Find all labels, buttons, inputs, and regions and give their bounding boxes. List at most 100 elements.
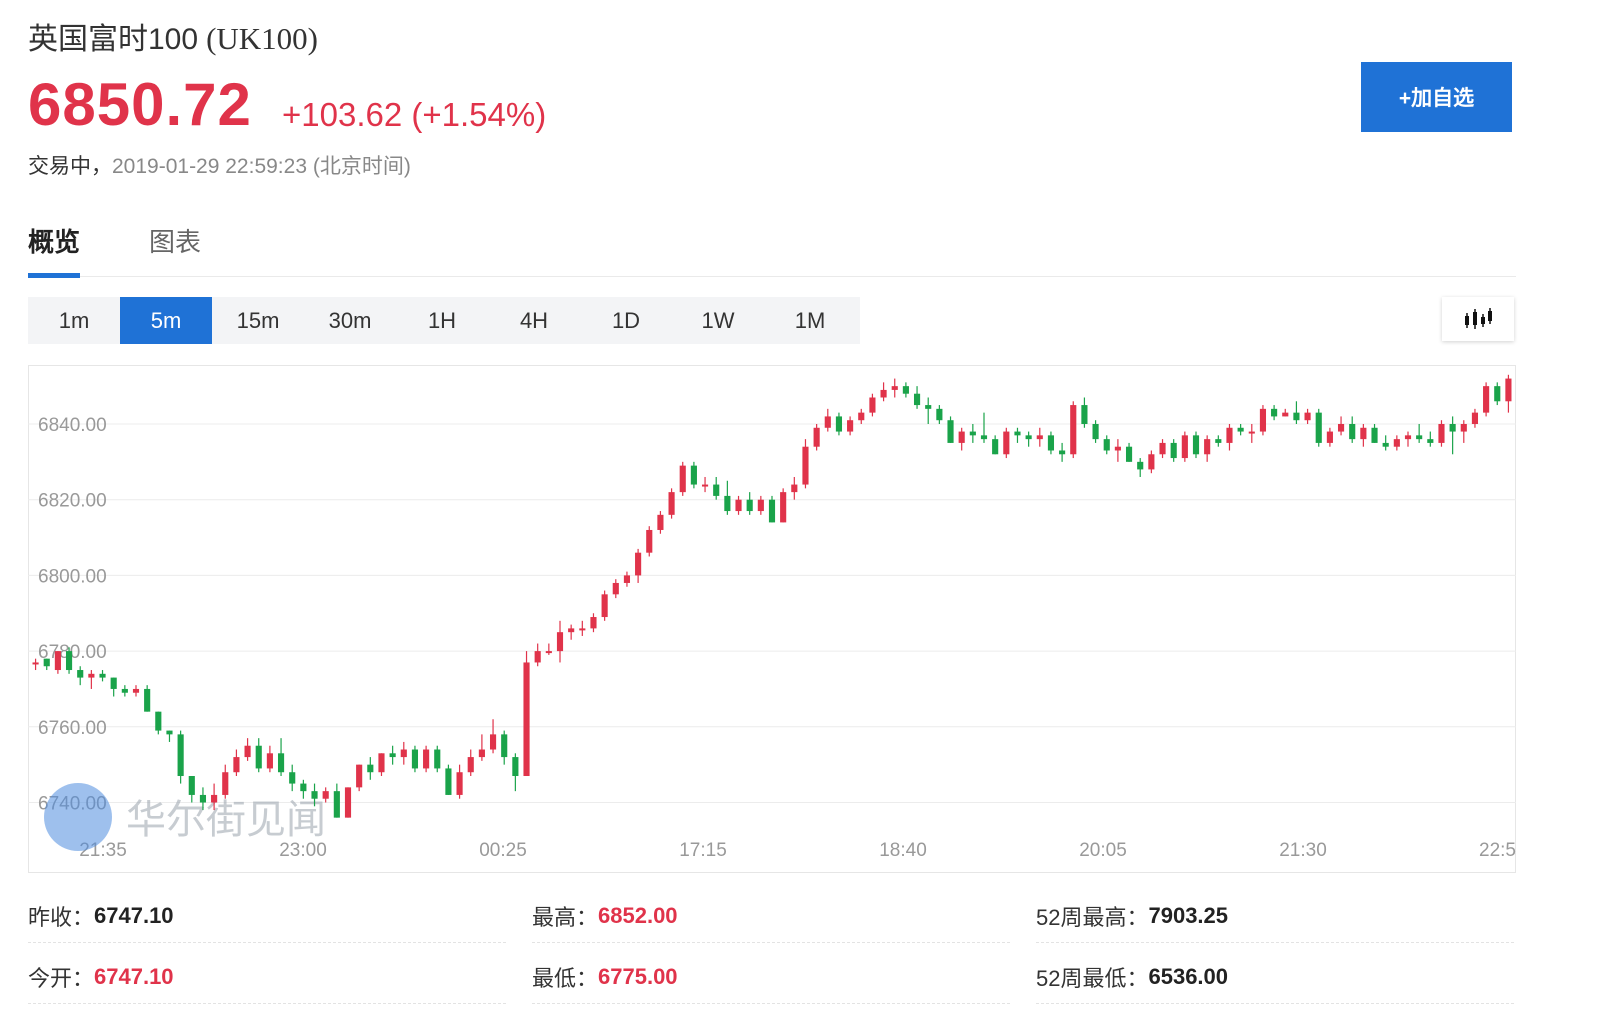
candle-body: [110, 677, 117, 689]
candle-body: [1070, 405, 1077, 455]
watermark-logo-icon: [44, 783, 112, 851]
candle-body: [1382, 442, 1389, 447]
candlestick-chart[interactable]: 6740.006760.006780.006800.006820.006840.…: [28, 365, 1516, 873]
x-tick-label: 22:5: [1479, 840, 1516, 861]
candle-body: [32, 662, 39, 665]
candle-body: [166, 730, 173, 735]
candle-body: [333, 791, 340, 818]
chart-type-button[interactable]: [1442, 297, 1514, 341]
candle-body: [1025, 435, 1032, 440]
stat-value: 6747.10: [94, 903, 174, 928]
candle-body: [478, 749, 485, 758]
stat-label: 52周最低：: [1036, 966, 1149, 991]
candle-body: [1259, 408, 1267, 432]
candle-body: [969, 431, 976, 436]
candle-body: [590, 617, 597, 629]
stat-prev-close: 昨收： 6747.10: [28, 890, 506, 943]
instrument-name: 英国富时100: [28, 23, 199, 56]
candle-body: [523, 662, 530, 777]
candle-body: [1215, 439, 1222, 443]
period-4h[interactable]: 4H: [488, 297, 580, 344]
candle-body: [322, 791, 329, 799]
y-tick-label: 6760.00: [38, 718, 107, 739]
stat-value: 6775.00: [598, 964, 678, 989]
candle-body: [992, 439, 999, 455]
candle-body: [1416, 435, 1423, 440]
candle-body: [913, 393, 921, 406]
candle-body: [43, 658, 50, 667]
period-30m[interactable]: 30m: [304, 297, 396, 344]
price-chart[interactable]: 6740.006760.006780.006800.006820.006840.…: [28, 365, 1516, 873]
candle-body: [1427, 439, 1434, 443]
period-1m[interactable]: 1m: [28, 297, 120, 344]
stat-label: 昨收：: [28, 905, 95, 930]
candle-body: [132, 688, 140, 693]
candle-body: [1360, 427, 1367, 440]
tab-overview[interactable]: 概览: [28, 222, 81, 278]
price-change: +103.62 (+1.54%): [282, 96, 547, 133]
candle-body: [1282, 412, 1289, 417]
stat-value: 6747.10: [94, 964, 174, 989]
period-1mo[interactable]: 1M: [764, 297, 856, 344]
candle-body: [635, 552, 642, 576]
candle-body: [545, 651, 552, 654]
y-tick-label: 6840.00: [38, 415, 107, 436]
candle-body: [222, 772, 229, 795]
period-5m[interactable]: 5m: [120, 297, 212, 344]
candle-body: [701, 484, 709, 487]
candle-body: [791, 484, 798, 493]
candle-body: [389, 753, 396, 758]
candle-body: [1460, 423, 1467, 432]
period-1d[interactable]: 1D: [580, 297, 672, 344]
candle-body: [847, 420, 854, 432]
candle-body: [467, 757, 474, 773]
candle-body: [713, 484, 720, 496]
candlestick-icon: [1465, 308, 1492, 329]
candle-body: [980, 435, 988, 440]
candle-body: [891, 386, 898, 390]
candle-body: [367, 764, 374, 773]
candle-body: [1248, 431, 1255, 434]
candle-body: [1114, 446, 1121, 451]
candle-body: [311, 791, 318, 799]
candle-body: [947, 420, 954, 443]
candle-body: [1081, 405, 1088, 424]
y-tick-label: 6800.00: [38, 566, 107, 587]
candle-body: [902, 386, 909, 394]
watermark-text: 华尔街见闻: [126, 797, 326, 843]
candle-body: [1159, 442, 1166, 455]
candle-body: [1349, 423, 1356, 440]
candle-body: [724, 495, 731, 512]
candle-body: [88, 673, 95, 678]
candle-body: [1237, 427, 1244, 432]
stat-label: 今开：: [28, 966, 95, 991]
add-watchlist-button[interactable]: +加自选: [1361, 62, 1512, 132]
candle-body: [690, 465, 697, 485]
period-1w[interactable]: 1W: [672, 297, 764, 344]
candle-body: [244, 745, 251, 758]
candle-body: [512, 757, 519, 777]
candle-body: [1226, 427, 1233, 443]
instrument-code: (UK100): [206, 21, 318, 56]
candle-body: [780, 492, 787, 523]
period-15m[interactable]: 15m: [212, 297, 304, 344]
candle-body: [1047, 435, 1055, 451]
candle-body: [99, 673, 106, 678]
candle-body: [277, 753, 285, 773]
candle-body: [1103, 439, 1110, 451]
candle-body: [568, 628, 575, 633]
stat-open: 今开： 6747.10: [28, 951, 506, 1004]
stat-52w-high: 52周最高： 7903.25: [1036, 890, 1514, 943]
tab-chart[interactable]: 图表: [149, 222, 201, 273]
candle-body: [1137, 461, 1144, 470]
x-tick-label: 18:40: [879, 840, 927, 861]
stat-label: 最高：: [532, 905, 599, 930]
stat-label: 最低：: [532, 966, 599, 991]
candle-body: [289, 772, 296, 784]
candle-body: [266, 753, 273, 769]
period-1h[interactable]: 1H: [396, 297, 488, 344]
stat-value: 6852.00: [598, 903, 678, 928]
candle-body: [802, 446, 809, 485]
candle-body: [1438, 423, 1445, 443]
stat-value: 7903.25: [1148, 903, 1229, 928]
